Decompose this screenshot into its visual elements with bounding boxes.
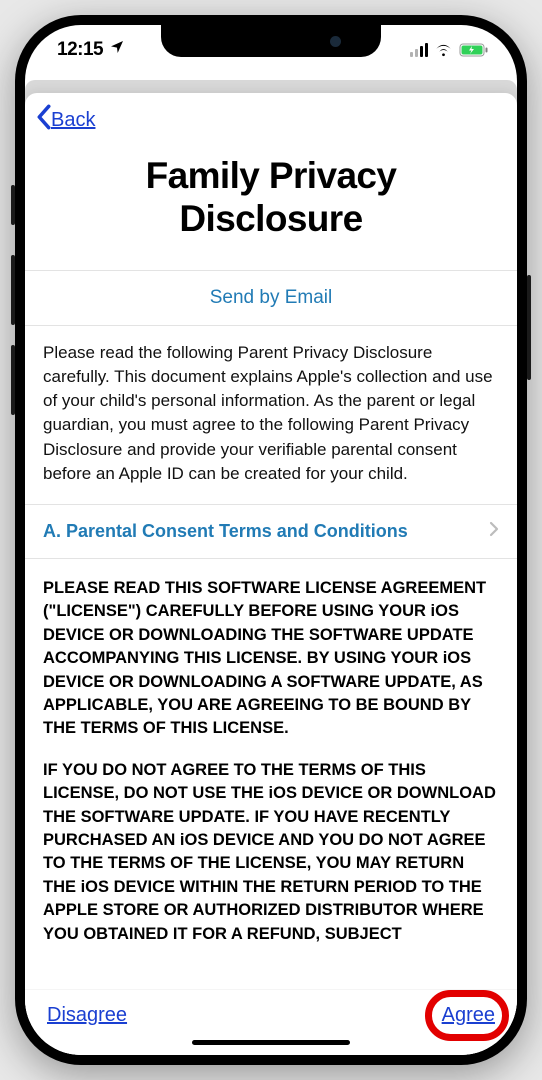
location-icon <box>109 39 125 61</box>
cellular-signal-icon <box>410 43 429 57</box>
status-time: 12:15 <box>57 39 103 61</box>
power-button <box>527 275 531 380</box>
disagree-button[interactable]: Disagree <box>47 1004 127 1027</box>
license-paragraph-1: PLEASE READ THIS SOFTWARE LICENSE AGREEM… <box>43 577 499 741</box>
section-parental-consent[interactable]: A. Parental Consent Terms and Conditions <box>25 504 517 559</box>
phone-frame: 12:15 <box>15 15 527 1065</box>
back-button[interactable]: Back <box>35 104 95 136</box>
wifi-icon <box>434 43 453 57</box>
home-indicator[interactable] <box>192 1040 350 1045</box>
back-label: Back <box>51 109 95 132</box>
license-text[interactable]: PLEASE READ THIS SOFTWARE LICENSE AGREEM… <box>25 559 517 964</box>
intro-paragraph: Please read the following Parent Privacy… <box>25 326 517 504</box>
mute-switch <box>11 185 15 225</box>
volume-up-button <box>11 255 15 325</box>
send-by-email-button[interactable]: Send by Email <box>25 270 517 326</box>
modal-sheet: Back Family Privacy Disclosure Send by E… <box>25 93 517 1055</box>
page-title: Family Privacy Disclosure <box>51 155 491 240</box>
chevron-right-icon <box>489 521 499 542</box>
battery-charging-icon <box>459 43 489 57</box>
footer-bar: Disagree Agree <box>25 989 517 1055</box>
volume-down-button <box>11 345 15 415</box>
license-paragraph-2: IF YOU DO NOT AGREE TO THE TERMS OF THIS… <box>43 759 499 946</box>
content-area: Send by Email Please read the following … <box>25 270 517 989</box>
notch <box>161 25 381 57</box>
section-label: A. Parental Consent Terms and Conditions <box>43 521 408 542</box>
nav-bar: Back <box>25 93 517 147</box>
agree-button[interactable]: Agree <box>442 1004 495 1027</box>
front-camera <box>330 36 341 47</box>
screen: 12:15 <box>25 25 517 1055</box>
